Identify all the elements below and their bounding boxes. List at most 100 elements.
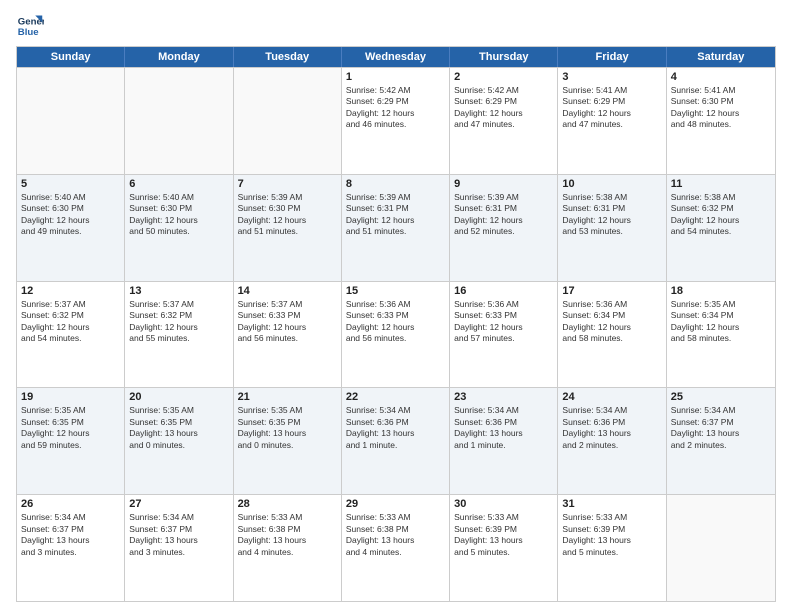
day-info: Sunrise: 5:35 AM Sunset: 6:34 PM Dayligh… xyxy=(671,299,771,345)
day-number: 30 xyxy=(454,498,553,510)
day-info: Sunrise: 5:37 AM Sunset: 6:32 PM Dayligh… xyxy=(129,299,228,345)
day-info: Sunrise: 5:34 AM Sunset: 6:37 PM Dayligh… xyxy=(129,512,228,558)
svg-text:Blue: Blue xyxy=(18,27,39,38)
header-cell-saturday: Saturday xyxy=(667,47,775,67)
day-number: 16 xyxy=(454,285,553,297)
day-number: 8 xyxy=(346,178,445,190)
day-cell-28: 28 Sunrise: 5:33 AM Sunset: 6:38 PM Dayli… xyxy=(234,495,342,601)
day-info: Sunrise: 5:39 AM Sunset: 6:31 PM Dayligh… xyxy=(346,192,445,238)
day-info: Sunrise: 5:35 AM Sunset: 6:35 PM Dayligh… xyxy=(21,405,120,451)
day-number: 5 xyxy=(21,178,120,190)
day-cell-14: 14 Sunrise: 5:37 AM Sunset: 6:33 PM Dayli… xyxy=(234,282,342,388)
day-cell-8: 8 Sunrise: 5:39 AM Sunset: 6:31 PM Daylig… xyxy=(342,175,450,281)
day-info: Sunrise: 5:37 AM Sunset: 6:32 PM Dayligh… xyxy=(21,299,120,345)
day-cell-7: 7Sunrise: 5:39 AM Sunset: 6:30 PM Daylig… xyxy=(234,175,342,281)
day-info: Sunrise: 5:40 AM Sunset: 6:30 PM Dayligh… xyxy=(129,192,228,238)
day-cell-10: 10Sunrise: 5:38 AM Sunset: 6:31 PM Dayli… xyxy=(558,175,666,281)
calendar-week-2: 5 Sunrise: 5:40 AM Sunset: 6:30 PM Daylig… xyxy=(17,174,775,281)
day-cell-26: 26 Sunrise: 5:34 AM Sunset: 6:37 PM Dayli… xyxy=(17,495,125,601)
empty-cell xyxy=(17,68,125,174)
day-number: 27 xyxy=(129,498,228,510)
day-info: Sunrise: 5:33 AM Sunset: 6:39 PM Dayligh… xyxy=(454,512,553,558)
day-cell-27: 27 Sunrise: 5:34 AM Sunset: 6:37 PM Dayli… xyxy=(125,495,233,601)
day-number: 2 xyxy=(454,71,553,83)
day-info: Sunrise: 5:39 AM Sunset: 6:31 PM Dayligh… xyxy=(454,192,553,238)
day-info: Sunrise: 5:37 AM Sunset: 6:33 PM Dayligh… xyxy=(238,299,337,345)
calendar-week-4: 19 Sunrise: 5:35 AM Sunset: 6:35 PM Dayli… xyxy=(17,387,775,494)
day-cell-12: 12 Sunrise: 5:37 AM Sunset: 6:32 PM Dayli… xyxy=(17,282,125,388)
logo-icon: General Blue xyxy=(16,12,44,40)
day-cell-15: 15 Sunrise: 5:36 AM Sunset: 6:33 PM Dayli… xyxy=(342,282,450,388)
day-info: Sunrise: 5:34 AM Sunset: 6:36 PM Dayligh… xyxy=(562,405,661,451)
day-number: 19 xyxy=(21,391,120,403)
day-cell-29: 29Sunrise: 5:33 AM Sunset: 6:38 PM Dayli… xyxy=(342,495,450,601)
day-number: 4 xyxy=(671,71,771,83)
day-info: Sunrise: 5:34 AM Sunset: 6:36 PM Dayligh… xyxy=(346,405,445,451)
day-number: 15 xyxy=(346,285,445,297)
empty-cell xyxy=(667,495,775,601)
day-cell-22: 22 Sunrise: 5:34 AM Sunset: 6:36 PM Dayli… xyxy=(342,388,450,494)
day-cell-23: 23 Sunrise: 5:34 AM Sunset: 6:36 PM Dayli… xyxy=(450,388,558,494)
day-number: 3 xyxy=(562,71,661,83)
day-number: 12 xyxy=(21,285,120,297)
day-number: 18 xyxy=(671,285,771,297)
day-cell-9: 9 Sunrise: 5:39 AM Sunset: 6:31 PM Daylig… xyxy=(450,175,558,281)
header-cell-monday: Monday xyxy=(125,47,233,67)
day-number: 26 xyxy=(21,498,120,510)
day-info: Sunrise: 5:38 AM Sunset: 6:31 PM Dayligh… xyxy=(562,192,661,238)
day-number: 6 xyxy=(129,178,228,190)
logo: General Blue xyxy=(16,12,44,40)
day-number: 24 xyxy=(562,391,661,403)
day-info: Sunrise: 5:41 AM Sunset: 6:29 PM Dayligh… xyxy=(562,85,661,131)
day-info: Sunrise: 5:35 AM Sunset: 6:35 PM Dayligh… xyxy=(238,405,337,451)
day-info: Sunrise: 5:34 AM Sunset: 6:36 PM Dayligh… xyxy=(454,405,553,451)
day-cell-1: 1Sunrise: 5:42 AM Sunset: 6:29 PM Daylig… xyxy=(342,68,450,174)
day-info: Sunrise: 5:36 AM Sunset: 6:33 PM Dayligh… xyxy=(346,299,445,345)
empty-cell xyxy=(125,68,233,174)
day-cell-2: 2 Sunrise: 5:42 AM Sunset: 6:29 PM Daylig… xyxy=(450,68,558,174)
day-cell-6: 6 Sunrise: 5:40 AM Sunset: 6:30 PM Daylig… xyxy=(125,175,233,281)
day-cell-4: 4Sunrise: 5:41 AM Sunset: 6:30 PM Daylig… xyxy=(667,68,775,174)
day-number: 14 xyxy=(238,285,337,297)
page: General Blue SundayMondayTuesdayWednesda… xyxy=(0,0,792,612)
day-cell-31: 31 Sunrise: 5:33 AM Sunset: 6:39 PM Dayli… xyxy=(558,495,666,601)
day-number: 20 xyxy=(129,391,228,403)
day-number: 31 xyxy=(562,498,661,510)
header: General Blue xyxy=(16,12,776,40)
header-cell-sunday: Sunday xyxy=(17,47,125,67)
day-info: Sunrise: 5:33 AM Sunset: 6:38 PM Dayligh… xyxy=(238,512,337,558)
day-info: Sunrise: 5:33 AM Sunset: 6:39 PM Dayligh… xyxy=(562,512,661,558)
day-number: 13 xyxy=(129,285,228,297)
day-info: Sunrise: 5:42 AM Sunset: 6:29 PM Dayligh… xyxy=(454,85,553,131)
day-number: 9 xyxy=(454,178,553,190)
day-cell-18: 18 Sunrise: 5:35 AM Sunset: 6:34 PM Dayli… xyxy=(667,282,775,388)
day-info: Sunrise: 5:34 AM Sunset: 6:37 PM Dayligh… xyxy=(671,405,771,451)
day-number: 7 xyxy=(238,178,337,190)
day-number: 23 xyxy=(454,391,553,403)
day-info: Sunrise: 5:35 AM Sunset: 6:35 PM Dayligh… xyxy=(129,405,228,451)
day-cell-20: 20 Sunrise: 5:35 AM Sunset: 6:35 PM Dayli… xyxy=(125,388,233,494)
day-cell-21: 21 Sunrise: 5:35 AM Sunset: 6:35 PM Dayli… xyxy=(234,388,342,494)
day-cell-16: 16 Sunrise: 5:36 AM Sunset: 6:33 PM Dayli… xyxy=(450,282,558,388)
header-cell-wednesday: Wednesday xyxy=(342,47,450,67)
calendar-week-1: 1Sunrise: 5:42 AM Sunset: 6:29 PM Daylig… xyxy=(17,67,775,174)
day-cell-13: 13 Sunrise: 5:37 AM Sunset: 6:32 PM Dayli… xyxy=(125,282,233,388)
day-cell-30: 30 Sunrise: 5:33 AM Sunset: 6:39 PM Dayli… xyxy=(450,495,558,601)
day-number: 21 xyxy=(238,391,337,403)
day-cell-17: 17Sunrise: 5:36 AM Sunset: 6:34 PM Dayli… xyxy=(558,282,666,388)
day-info: Sunrise: 5:38 AM Sunset: 6:32 PM Dayligh… xyxy=(671,192,771,238)
day-number: 25 xyxy=(671,391,771,403)
day-cell-19: 19 Sunrise: 5:35 AM Sunset: 6:35 PM Dayli… xyxy=(17,388,125,494)
calendar-week-3: 12 Sunrise: 5:37 AM Sunset: 6:32 PM Dayli… xyxy=(17,281,775,388)
day-cell-3: 3 Sunrise: 5:41 AM Sunset: 6:29 PM Daylig… xyxy=(558,68,666,174)
day-cell-5: 5Sunrise: 5:40 AM Sunset: 6:30 PM Daylig… xyxy=(17,175,125,281)
day-number: 28 xyxy=(238,498,337,510)
day-cell-25: 25 Sunrise: 5:34 AM Sunset: 6:37 PM Dayli… xyxy=(667,388,775,494)
day-info: Sunrise: 5:36 AM Sunset: 6:34 PM Dayligh… xyxy=(562,299,661,345)
day-number: 11 xyxy=(671,178,771,190)
day-number: 29 xyxy=(346,498,445,510)
day-info: Sunrise: 5:34 AM Sunset: 6:37 PM Dayligh… xyxy=(21,512,120,558)
calendar: SundayMondayTuesdayWednesdayThursdayFrid… xyxy=(16,46,776,602)
day-info: Sunrise: 5:36 AM Sunset: 6:33 PM Dayligh… xyxy=(454,299,553,345)
day-number: 22 xyxy=(346,391,445,403)
